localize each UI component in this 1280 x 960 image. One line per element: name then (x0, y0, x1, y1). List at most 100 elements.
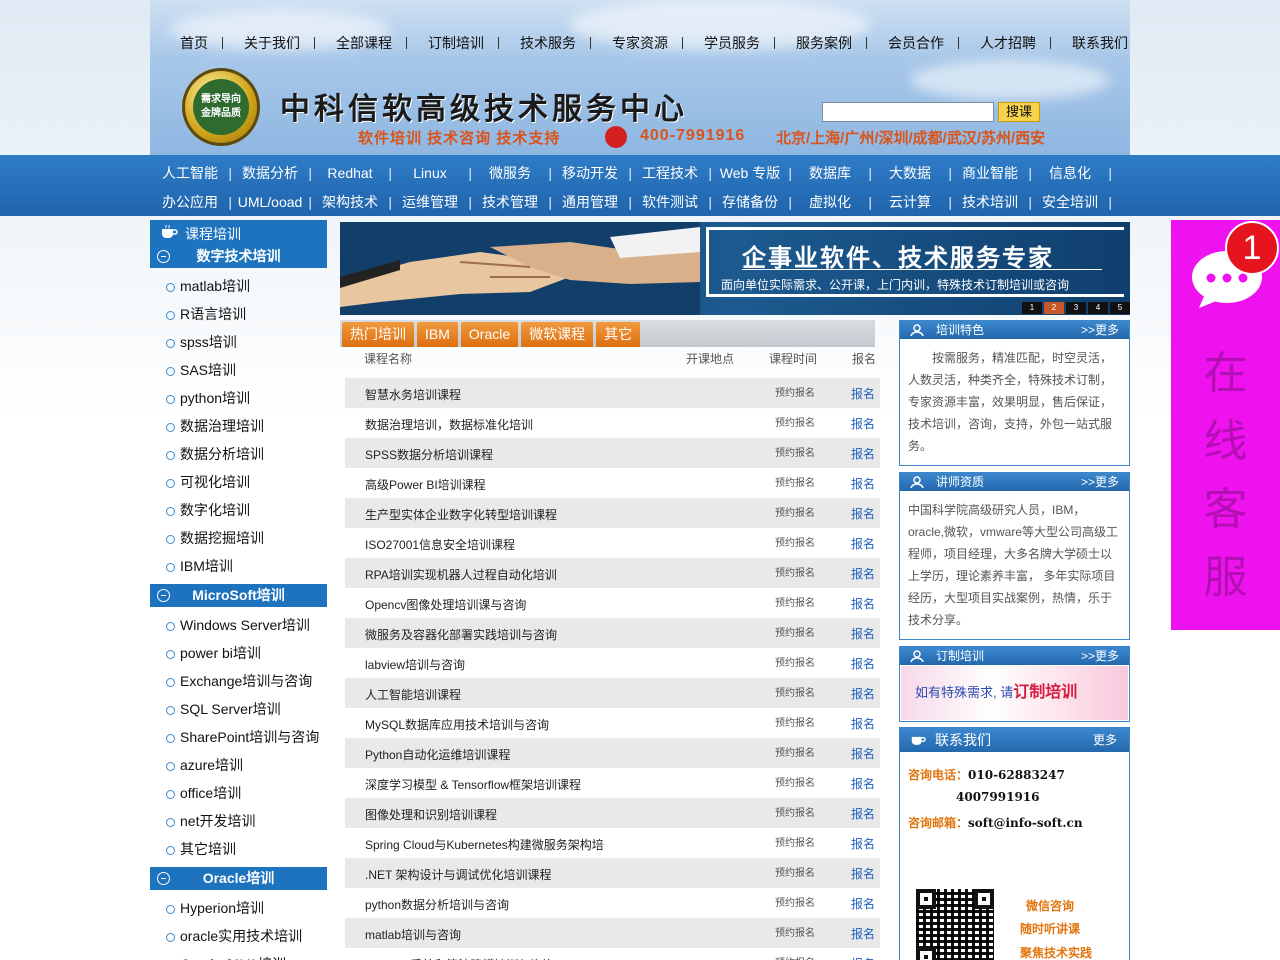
signup-link[interactable]: 报名 (851, 505, 875, 522)
sidebar-item[interactable]: Hyperion培训 (150, 894, 327, 922)
category-link[interactable]: 存储备份 (710, 188, 792, 217)
topnav-all-courses[interactable]: 全部课程 (314, 32, 406, 54)
course-name-link[interactable]: Python自动化运维培训课程 (365, 746, 510, 763)
sidebar-item[interactable]: R语言培训 (150, 300, 327, 328)
category-link[interactable]: 数据分析 (230, 159, 312, 188)
course-name-link[interactable]: RPA培训实现机器人过程自动化培训 (365, 566, 557, 583)
category-link[interactable]: 数据库 (790, 159, 872, 188)
category-link[interactable]: 工程技术 (630, 159, 712, 188)
sidebar-group-microsoft[interactable]: MicroSoft培训 (150, 584, 327, 607)
signup-link[interactable]: 报名 (851, 865, 875, 882)
feature-more-link[interactable]: >>更多 (1081, 321, 1119, 339)
course-name-link[interactable]: SPSS数据分析培训课程 (365, 446, 493, 463)
topnav-about[interactable]: 关于我们 (222, 32, 314, 54)
sidebar-item[interactable]: 数据分析培训 (150, 440, 327, 468)
course-name-link[interactable]: 深度学习模型 & Tensorflow框架培训课程 (365, 776, 581, 793)
category-link[interactable]: 安全培训 (1030, 188, 1112, 217)
logo-seal[interactable]: 需求导向 金牌品质 (182, 68, 260, 146)
category-link[interactable]: Linux (390, 159, 472, 188)
banner-page-4[interactable]: 4 (1088, 302, 1108, 314)
sidebar-item[interactable]: office培训 (150, 779, 327, 807)
sidebar-item[interactable]: SQL Server培训 (150, 695, 327, 723)
category-link[interactable]: 办公应用 (150, 188, 232, 217)
course-name-link[interactable]: 微服务及容器化部署实践培训与咨询 (365, 626, 557, 643)
signup-link[interactable]: 报名 (851, 625, 875, 642)
sidebar-item[interactable]: 其它培训 (150, 835, 327, 863)
banner-page-1[interactable]: 1 (1022, 302, 1042, 314)
signup-link[interactable]: 报名 (851, 415, 875, 432)
sidebar-item[interactable]: IBM培训 (150, 552, 327, 580)
course-name-link[interactable]: .NET 架构设计与调试优化培训课程 (365, 866, 551, 883)
sidebar-item[interactable]: power bi培训 (150, 639, 327, 667)
online-service-text[interactable]: 在 线 客 服 (1171, 340, 1280, 612)
topnav-experts[interactable]: 专家资源 (590, 32, 682, 54)
sidebar-group-digital[interactable]: 数字技术培训 (150, 245, 327, 268)
topnav-student-service[interactable]: 学员服务 (682, 32, 774, 54)
category-link[interactable]: 商业智能 (950, 159, 1032, 188)
custom-training-banner[interactable]: 如有特殊需求, 请订制培训 (901, 666, 1128, 720)
sidebar-item[interactable]: net开发培训 (150, 807, 327, 835)
signup-link[interactable]: 报名 (851, 745, 875, 762)
course-name-link[interactable]: 智慧水务培训课程 (365, 386, 461, 403)
signup-link[interactable]: 报名 (851, 835, 875, 852)
course-name-link[interactable]: Opencv图像处理培训课与咨询 (365, 596, 526, 613)
course-name-link[interactable]: Simulink系统和算法建模培训与咨询 (365, 956, 554, 960)
sidebar-item[interactable]: SAS培训 (150, 356, 327, 384)
collapse-icon[interactable] (157, 250, 170, 263)
signup-link[interactable]: 报名 (851, 655, 875, 672)
custom-more-link[interactable]: >>更多 (1081, 647, 1119, 665)
topnav-membership[interactable]: 会员合作 (866, 32, 958, 54)
tab-other[interactable]: 其它 (596, 322, 641, 347)
collapse-icon[interactable] (157, 589, 170, 602)
sidebar-item[interactable]: 可视化培训 (150, 468, 327, 496)
sidebar-item[interactable]: 数据治理培训 (150, 412, 327, 440)
sidebar-item[interactable]: 数据挖掘培训 (150, 524, 327, 552)
banner-page-3[interactable]: 3 (1066, 302, 1086, 314)
course-search-button[interactable]: 搜课 (998, 102, 1040, 122)
signup-link[interactable]: 报名 (851, 925, 875, 942)
sidebar-item[interactable]: SharePoint培训与咨询 (150, 723, 327, 751)
tab-microsoft[interactable]: 微软课程 (521, 322, 594, 347)
category-link[interactable]: 移动开发 (550, 159, 632, 188)
category-link[interactable]: 运维管理 (390, 188, 472, 217)
tab-hot[interactable]: 热门培训 (342, 322, 414, 347)
signup-link[interactable]: 报名 (851, 445, 875, 462)
category-link[interactable]: 云计算 (870, 188, 952, 217)
course-name-link[interactable]: labview培训与咨询 (365, 656, 465, 673)
topnav-custom-training[interactable]: 订制培训 (406, 32, 498, 54)
signup-link[interactable]: 报名 (851, 895, 875, 912)
signup-link[interactable]: 报名 (851, 805, 875, 822)
sidebar-item[interactable]: python培训 (150, 384, 327, 412)
signup-link[interactable]: 报名 (851, 685, 875, 702)
category-link[interactable]: 大数据 (870, 159, 952, 188)
sidebar-item[interactable]: Exchange培训与咨询 (150, 667, 327, 695)
email-address[interactable]: soft@info-soft.cn (968, 816, 1083, 830)
category-link[interactable]: 人工智能 (150, 159, 232, 188)
signup-link[interactable]: 报名 (851, 715, 875, 732)
topnav-tech-service[interactable]: 技术服务 (498, 32, 590, 54)
category-link[interactable]: 技术管理 (470, 188, 552, 217)
sidebar-item[interactable]: azure培训 (150, 751, 327, 779)
course-name-link[interactable]: ISO27001信息安全培训课程 (365, 536, 515, 553)
signup-link[interactable]: 报名 (851, 385, 875, 402)
topnav-cases[interactable]: 服务案例 (774, 32, 866, 54)
category-link[interactable]: 技术培训 (950, 188, 1032, 217)
lecturer-more-link[interactable]: >>更多 (1081, 473, 1119, 491)
category-link[interactable]: 虚拟化 (790, 188, 872, 217)
sidebar-item[interactable]: Oracle JAVA培训 (150, 950, 327, 960)
banner-page-5[interactable]: 5 (1110, 302, 1130, 314)
category-link[interactable]: 软件测试 (630, 188, 712, 217)
collapse-icon[interactable] (157, 872, 170, 885)
category-link[interactable]: Redhat (310, 159, 392, 188)
course-name-link[interactable]: 生产型实体企业数字化转型培训课程 (365, 506, 557, 523)
signup-link[interactable]: 报名 (851, 775, 875, 792)
tab-oracle[interactable]: Oracle (460, 322, 519, 347)
category-link[interactable]: 信息化 (1030, 159, 1112, 188)
category-link[interactable]: 通用管理 (550, 188, 632, 217)
sidebar-group-oracle[interactable]: Oracle培训 (150, 867, 327, 890)
signup-link[interactable]: 报名 (851, 535, 875, 552)
course-name-link[interactable]: python数据分析培训与咨询 (365, 896, 509, 913)
signup-link[interactable]: 报名 (851, 595, 875, 612)
sidebar-item[interactable]: matlab培训 (150, 272, 327, 300)
sidebar-item[interactable]: spss培训 (150, 328, 327, 356)
